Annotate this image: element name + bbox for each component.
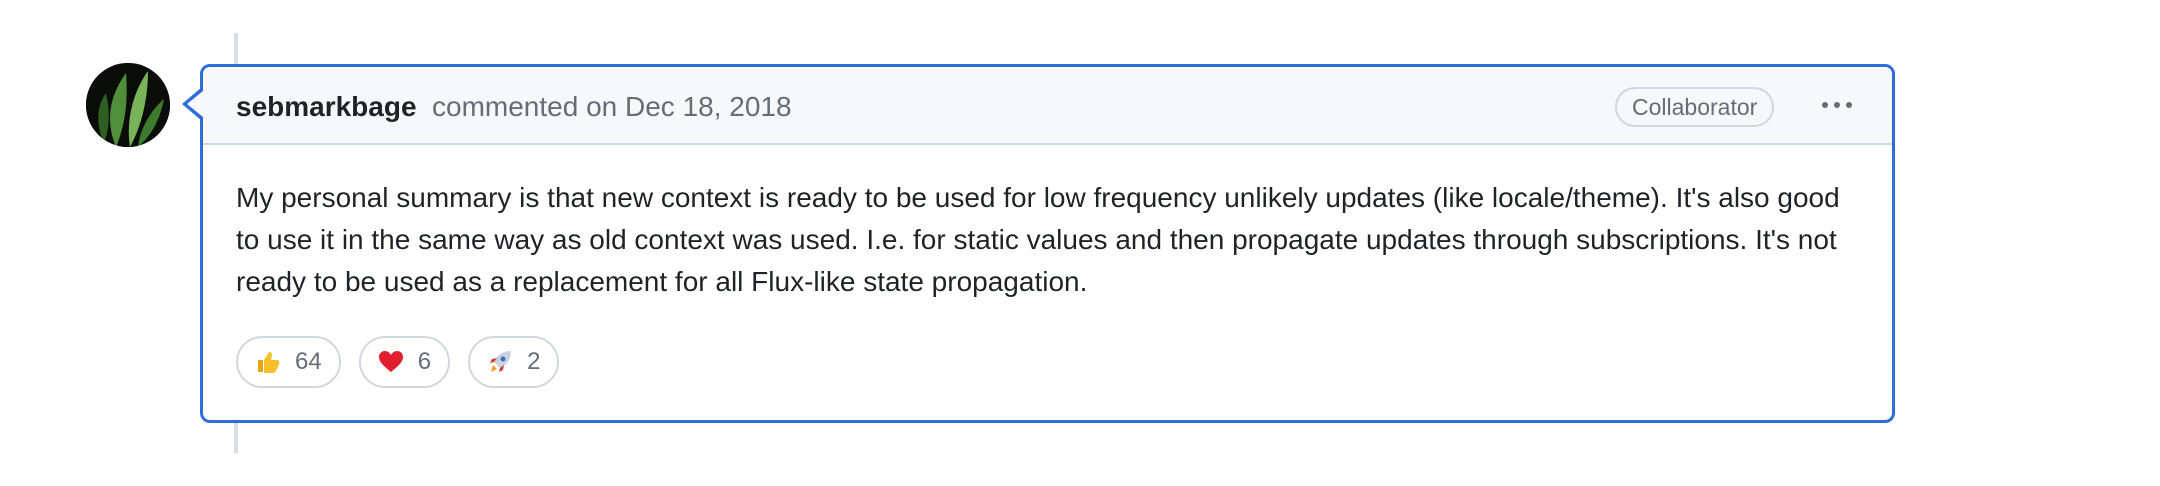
kebab-dot [1834,102,1840,108]
comment-box: sebmarkbage commented on Dec 18, 2018 Co… [200,64,1895,423]
comment-header: sebmarkbage commented on Dec 18, 2018 Co… [203,67,1892,145]
reaction-count: 6 [417,348,432,375]
comment-timestamp[interactable]: commented on Dec 18, 2018 [432,91,792,123]
collaborator-badge: Collaborator [1615,87,1775,127]
rocket-icon [487,349,513,375]
comment-text: My personal summary is that new context … [236,182,1840,297]
comment-body: My personal summary is that new context … [236,177,1856,303]
heart-icon [378,349,404,375]
reaction-heart[interactable]: 6 [358,336,451,388]
comment-caret-fill [187,91,203,117]
reaction-rocket[interactable]: 2 [468,336,560,388]
thumbs-up-icon [255,349,281,375]
reaction-thumbs-up[interactable]: 64 [236,336,341,388]
kebab-dot [1846,102,1852,108]
reaction-count: 2 [527,348,541,375]
avatar[interactable] [86,63,170,147]
reaction-count: 64 [295,348,322,375]
author-link[interactable]: sebmarkbage [236,91,417,123]
more-options-button[interactable] [1815,89,1859,121]
avatar-leaf-icon [86,63,170,147]
reactions-bar: 64 6 2 [236,336,560,388]
kebab-dot [1822,102,1828,108]
